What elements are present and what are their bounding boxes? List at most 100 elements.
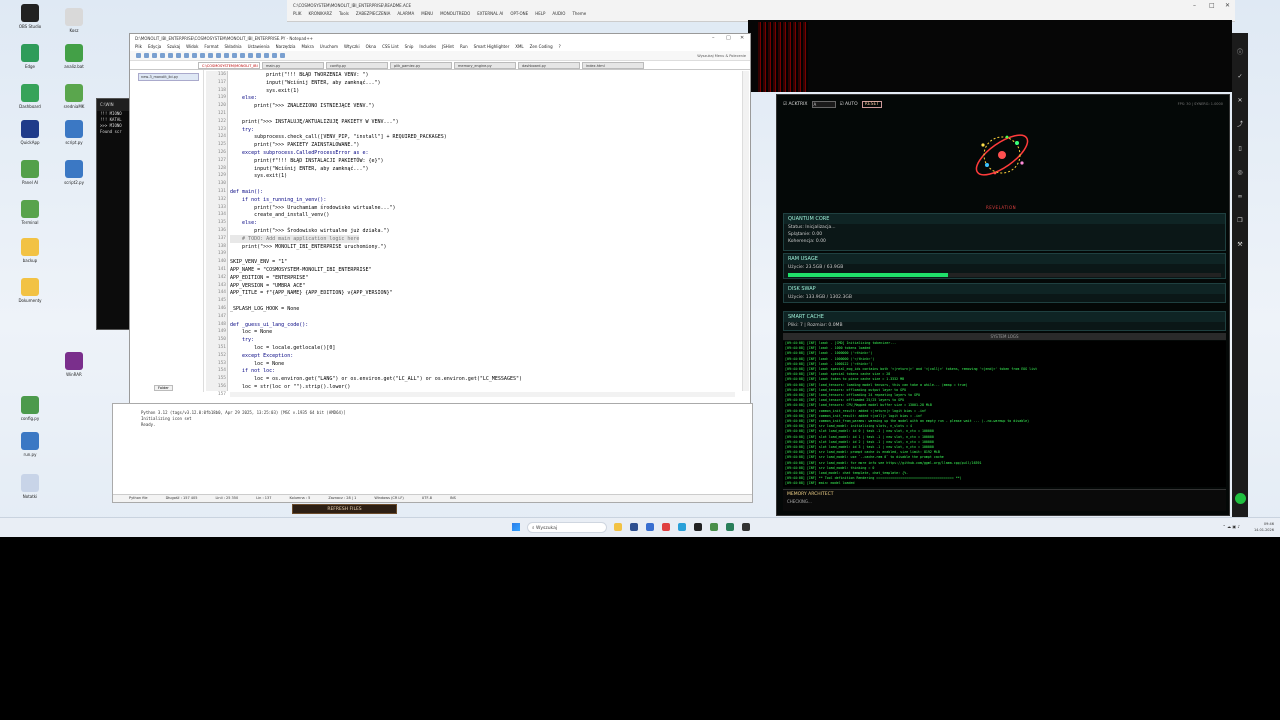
npp-menu-item[interactable]: Narzędzia: [276, 44, 296, 49]
npp-close-icon[interactable]: ✕: [740, 35, 744, 41]
save-all-icon[interactable]: [160, 53, 165, 58]
npp-menu-item[interactable]: Uruchom: [320, 44, 338, 49]
desktop-icon[interactable]: sredniaMK: [52, 84, 96, 109]
mobile-icon[interactable]: ▯: [1236, 145, 1244, 153]
run-icon[interactable]: [280, 53, 285, 58]
start-icon[interactable]: [512, 523, 520, 531]
notepad-plus-plus-window[interactable]: D:\MONOLIT_IBI_ENTERPRISE\COSMOSYSTEM\MO…: [129, 33, 751, 404]
npp-menu-item[interactable]: Makra: [301, 44, 313, 49]
paste-icon[interactable]: [200, 53, 205, 58]
top-menu-item[interactable]: Tools: [339, 11, 349, 16]
desktop-icon[interactable]: backup: [8, 238, 52, 263]
close-panel-icon[interactable]: ✕: [1236, 97, 1244, 105]
top-menu-item[interactable]: OPT-ONE: [510, 11, 528, 16]
npp-menu-item[interactable]: Szukaj: [167, 44, 180, 49]
vertical-scrollbar[interactable]: [742, 71, 749, 391]
npp-minimize-icon[interactable]: –: [712, 35, 715, 41]
horizontal-scrollbar[interactable]: [230, 392, 735, 397]
notepadpp-icon[interactable]: [710, 523, 718, 531]
desktop-icon[interactable]: script.py: [52, 120, 96, 145]
npp-menu-item[interactable]: Ustawienia: [248, 44, 270, 49]
acktrix-checkbox[interactable]: ☑ ACKTRIX: [783, 102, 808, 107]
share-icon[interactable]: ⤴: [1236, 121, 1244, 129]
menu-search-hint[interactable]: Wyszukaj Menu & Polecenie: [697, 54, 746, 58]
desktop-icon[interactable]: run.py: [8, 432, 52, 457]
top-menu-item[interactable]: PLIK: [293, 11, 301, 16]
obs-icon[interactable]: [694, 523, 702, 531]
file-explorer-icon[interactable]: [614, 523, 622, 531]
npp-menu-item[interactable]: XML: [515, 44, 523, 49]
reset-button[interactable]: RESET: [861, 100, 883, 108]
find-icon[interactable]: [224, 53, 229, 58]
top-application-window[interactable]: C:\COSMOSYSTEM\MONOLIT_IBI_ENTERPRISE\RE…: [287, 0, 1235, 22]
replace-icon[interactable]: [232, 53, 237, 58]
info-icon[interactable]: ⓘ: [1236, 49, 1244, 57]
desktop-icon[interactable]: Dashboard: [8, 84, 52, 109]
close-icon[interactable]: ✕: [1225, 2, 1230, 9]
copy-icon[interactable]: [192, 53, 197, 58]
print-icon[interactable]: [176, 53, 181, 58]
npp-file-tab[interactable]: main.py: [262, 62, 324, 69]
desktop-icon[interactable]: analiz.bat: [52, 44, 96, 69]
save-icon[interactable]: [152, 53, 157, 58]
auto-checkbox[interactable]: ☑ AUTO: [840, 102, 858, 107]
edge-icon[interactable]: [678, 523, 686, 531]
desktop-icon[interactable]: Panel AI: [8, 160, 52, 185]
desktop-icon[interactable]: QuickApp: [8, 120, 52, 145]
desktop-icon[interactable]: config.py: [8, 396, 52, 421]
maximize-icon[interactable]: □: [1209, 2, 1215, 9]
npp-menu-item[interactable]: Widok: [186, 44, 198, 49]
npp-maximize-icon[interactable]: □: [726, 35, 731, 41]
redo-icon[interactable]: [216, 53, 221, 58]
top-menu-item[interactable]: KRONIKARZ: [308, 11, 332, 16]
python-taskbar-icon[interactable]: [726, 523, 734, 531]
npp-menu-item[interactable]: Plik: [135, 44, 142, 49]
python-console[interactable]: Python 3.12 (tags/v3.12.0:0fb18b0, Apr 2…: [112, 403, 753, 503]
new-file-icon[interactable]: [136, 53, 141, 58]
close-file-icon[interactable]: [168, 53, 173, 58]
npp-file-tab[interactable]: dashboard.py: [518, 62, 580, 69]
top-menu-item[interactable]: HELP: [535, 11, 545, 16]
macro-record-icon[interactable]: [264, 53, 269, 58]
top-menu-item[interactable]: ALARMA: [397, 11, 414, 16]
npp-menu-item[interactable]: ?: [559, 44, 561, 49]
desktop-icon[interactable]: OBS Studio: [8, 4, 52, 29]
taskbar-search[interactable]: ⌕ Wyszukaj: [527, 522, 607, 533]
top-menu-item[interactable]: EXTERNAL AI: [477, 11, 503, 16]
top-menu-item[interactable]: MONOLITREDO: [440, 11, 470, 16]
top-menu-item[interactable]: AUDIO: [552, 11, 565, 16]
npp-menu-item[interactable]: Smart Highlighter: [474, 44, 510, 49]
refresh-files-button[interactable]: REFRESH FILES: [292, 504, 397, 514]
npp-file-tab[interactable]: memory_engine.py: [454, 62, 516, 69]
sidebar-file-item[interactable]: new-3_monolit_ibi.py: [138, 73, 199, 81]
minimize-icon[interactable]: –: [1193, 2, 1196, 9]
code-editor[interactable]: print("!!! BŁĄD TWORZENIA VENV: ") input…: [230, 71, 740, 391]
npp-menu-item[interactable]: Składnia: [225, 44, 242, 49]
top-menu-item[interactable]: MENU: [421, 11, 433, 16]
npp-menu-item[interactable]: Okna: [366, 44, 376, 49]
desktop-icon[interactable]: Terminal: [8, 200, 52, 225]
tool-icon[interactable]: ⚒: [1236, 241, 1244, 249]
npp-menu-item[interactable]: Edycja: [148, 44, 161, 49]
copy-icon[interactable]: ❐: [1236, 217, 1244, 225]
zoom-in-icon[interactable]: [240, 53, 245, 58]
monolit-dashboard-window[interactable]: ☑ ACKTRIX A ☑ AUTO RESET FPS: 30 | SYNER…: [776, 94, 1230, 516]
desktop-icon[interactable]: Kosz: [52, 8, 96, 33]
desktop-icon[interactable]: Notatki: [8, 474, 52, 499]
npp-file-tab[interactable]: C:\COSMOSYSTEM\MONOLIT_IBI: [198, 62, 260, 69]
chat-icon[interactable]: ◎: [1236, 169, 1244, 177]
desktop-icon[interactable]: WinRAR: [52, 352, 96, 377]
acktrix-input[interactable]: A: [811, 100, 836, 108]
app-taskbar-icon[interactable]: [742, 523, 750, 531]
open-file-icon[interactable]: [144, 53, 149, 58]
npp-file-tab[interactable]: index.html: [582, 62, 644, 69]
top-menu-item[interactable]: Theme: [572, 11, 586, 16]
check-icon[interactable]: ✓: [1236, 73, 1244, 81]
cut-icon[interactable]: [184, 53, 189, 58]
desktop-icon[interactable]: Dokumenty: [8, 278, 52, 303]
chrome-icon[interactable]: [662, 523, 670, 531]
zoom-out-icon[interactable]: [248, 53, 253, 58]
npp-menu-item[interactable]: Run: [460, 44, 468, 49]
npp-menu-item[interactable]: Includes: [419, 44, 436, 49]
npp-menu-item[interactable]: Zen Coding: [530, 44, 553, 49]
